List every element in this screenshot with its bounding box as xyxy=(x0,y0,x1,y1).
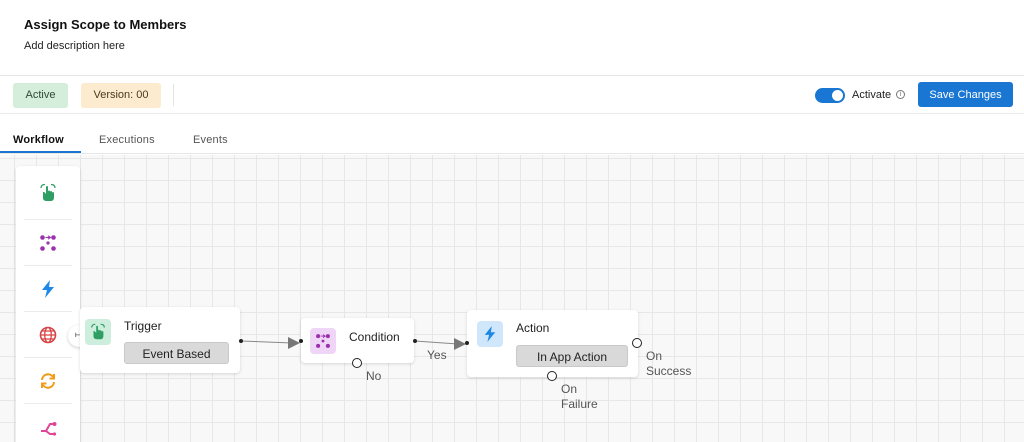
action-success-label: On Success xyxy=(646,349,691,379)
workflow-title[interactable]: Assign Scope to Members xyxy=(24,17,187,32)
action-failure-label-line2: Failure xyxy=(561,397,598,411)
action-failure-label-line1: On xyxy=(561,382,578,396)
condition-grid-icon xyxy=(316,334,330,348)
action-failure-port[interactable] xyxy=(547,371,557,381)
action-type-chip[interactable]: In App Action xyxy=(516,345,628,367)
condition-node[interactable]: Condition xyxy=(299,318,414,363)
workflow-header: Assign Scope to Members Add description … xyxy=(0,0,1024,76)
trigger-node-icon xyxy=(85,319,111,345)
workflow-canvas[interactable]: ↦ Trigger Event Based Condition No Yes A… xyxy=(0,155,1024,442)
trigger-type-chip[interactable]: Event Based xyxy=(124,342,229,364)
activate-label: Activate xyxy=(852,89,892,101)
lightning-icon xyxy=(484,326,496,342)
tab-bar: Workflow Executions Events xyxy=(0,114,1024,154)
version-badge: Version: 00 xyxy=(81,83,161,108)
workflow-description[interactable]: Add description here xyxy=(24,40,125,52)
activate-toggle[interactable] xyxy=(815,88,845,103)
trigger-node-title: Trigger xyxy=(124,319,162,333)
condition-no-label: No xyxy=(366,369,382,383)
condition-node-icon xyxy=(310,328,336,354)
active-tab-indicator xyxy=(0,151,81,153)
edge-arrowhead xyxy=(454,338,466,350)
tab-events[interactable]: Events xyxy=(193,134,228,146)
condition-no-port[interactable] xyxy=(352,358,362,368)
toggle-knob xyxy=(832,90,843,101)
toolbar-divider xyxy=(173,84,174,106)
action-node-icon xyxy=(477,321,503,347)
action-node-title: Action xyxy=(516,321,550,335)
condition-input-port[interactable] xyxy=(299,339,303,343)
toolbar: Active Version: 00 Activate i Save Chang… xyxy=(0,76,1024,114)
hand-tap-icon xyxy=(91,323,105,340)
action-failure-label: On Failure xyxy=(561,382,598,412)
save-changes-button[interactable]: Save Changes xyxy=(918,82,1013,107)
tab-executions[interactable]: Executions xyxy=(99,134,155,146)
trigger-node[interactable]: Trigger Event Based xyxy=(80,307,240,373)
info-icon[interactable]: i xyxy=(896,90,905,99)
condition-yes-label: Yes xyxy=(427,348,447,362)
edge-arrowhead xyxy=(288,337,300,349)
workflow-edges xyxy=(240,337,466,350)
edge-trigger-condition xyxy=(240,340,293,344)
action-success-label-line2: Success xyxy=(646,364,692,378)
edge-condition-action xyxy=(414,340,459,345)
trigger-output-port[interactable] xyxy=(239,339,243,343)
condition-node-title: Condition xyxy=(349,330,400,344)
action-node[interactable]: Action In App Action xyxy=(465,310,638,377)
action-input-port[interactable] xyxy=(465,341,469,345)
action-success-label-line1: On xyxy=(646,349,663,363)
action-success-port[interactable] xyxy=(632,338,642,348)
status-badge: Active xyxy=(13,83,68,108)
condition-yes-port[interactable] xyxy=(413,339,417,343)
tab-workflow[interactable]: Workflow xyxy=(13,134,64,146)
